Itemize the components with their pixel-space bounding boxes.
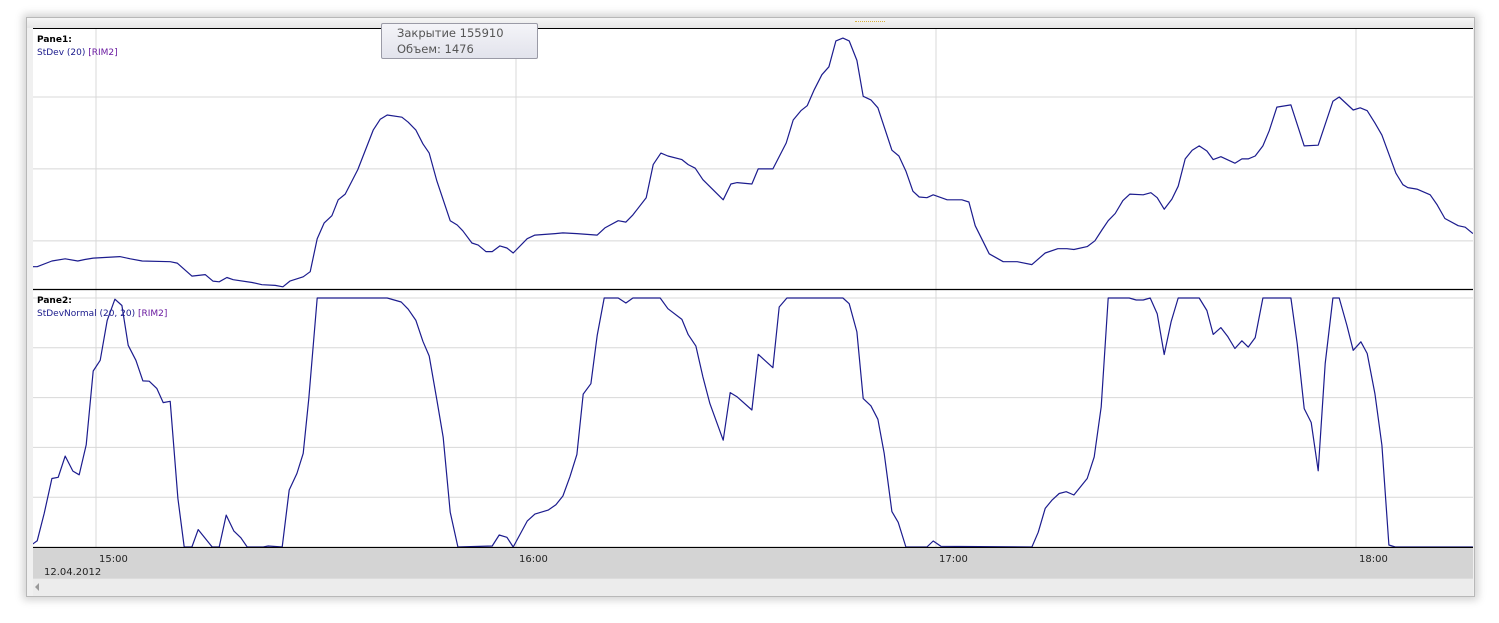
pane1-series-line [33, 37, 1473, 288]
time-axis: 15:00 16:00 17:00 18:00 12.04.2012 [33, 548, 1473, 578]
tooltip-close-line: Закрытие 155910 [397, 26, 504, 40]
pane2-series-legend: StDevNormal (20, 20) [RIM2] [37, 309, 167, 319]
pane1-series-label: StDev (20) [37, 48, 86, 58]
window-top-strip [27, 18, 1474, 28]
scroll-left-arrow-icon[interactable] [35, 583, 39, 591]
pane1-title: Pane1: [37, 35, 72, 45]
chart-svg [33, 28, 1473, 548]
x-tick-label: 17:00 [939, 554, 968, 565]
chart-plot-area[interactable]: Pane1: StDev (20) [RIM2] Pane2: StDevNor… [33, 28, 1473, 548]
x-tick-label: 15:00 [99, 554, 128, 565]
crosshair-tooltip: Закрытие 155910 Объем: 1476 [381, 23, 538, 59]
pane2-series-label: StDevNormal (20, 20) [37, 309, 136, 319]
pane2-title: Pane2: [37, 296, 72, 306]
x-tick-label: 16:00 [519, 554, 548, 565]
cursor-marker [855, 21, 885, 26]
pane1-series-legend: StDev (20) [RIM2] [37, 48, 118, 58]
pane1-symbol: [RIM2] [88, 48, 118, 58]
pane2-series-line [33, 297, 1473, 548]
x-tick-label: 18:00 [1359, 554, 1388, 565]
pane2-symbol: [RIM2] [137, 309, 168, 319]
tooltip-volume-line: Объем: 1476 [397, 42, 474, 56]
horizontal-scrollbar[interactable] [33, 578, 1473, 596]
date-label: 12.04.2012 [44, 567, 102, 578]
